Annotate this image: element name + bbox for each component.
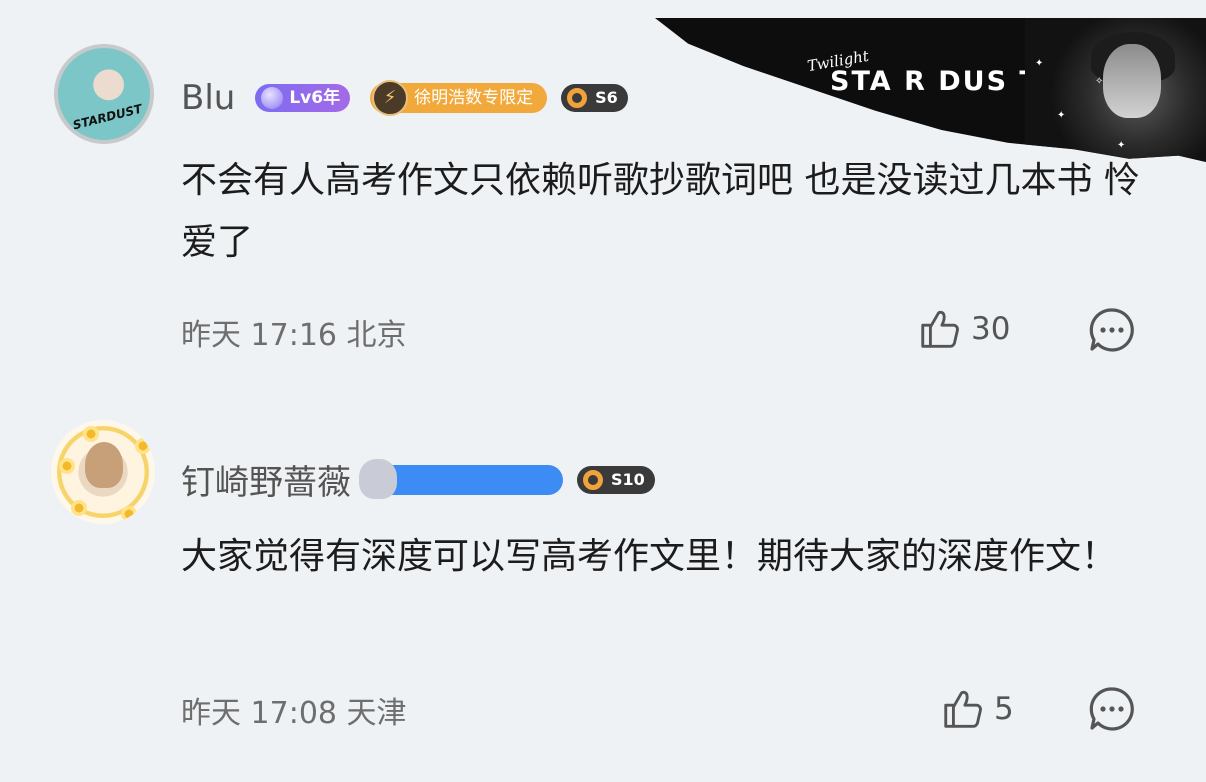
- comment-header: 钉崎野蔷薇 S10: [181, 455, 655, 504]
- comment-item: 钉崎野蔷薇 S10 大家觉得有深度可以写高考作文里！期待大家的深度作文！ 昨天 …: [0, 0, 1206, 782]
- thumbs-up-icon: [944, 690, 982, 728]
- season-badge-label: S10: [611, 469, 645, 489]
- mascot-icon: [359, 458, 397, 499]
- avatar[interactable]: [51, 420, 155, 524]
- flower-icon: [121, 506, 137, 522]
- like-button[interactable]: 5: [940, 686, 1014, 732]
- comment-bubble-icon[interactable]: [1088, 685, 1136, 733]
- username[interactable]: 钉崎野蔷薇: [181, 455, 351, 504]
- flower-icon: [59, 458, 75, 474]
- member-badge[interactable]: [359, 458, 563, 499]
- comment-feed: Twilight STA R DUS T ✦ ✦ ✧ ✦ STARDUST Bl…: [0, 0, 1206, 782]
- comment-meta: 昨天 17:08 天津: [181, 688, 407, 732]
- comment-location: 天津: [346, 696, 407, 731]
- season-badge[interactable]: S10: [577, 465, 655, 494]
- flower-icon: [83, 426, 99, 442]
- ring-icon: [583, 469, 603, 490]
- comment-text[interactable]: 大家觉得有深度可以写高考作文里！期待大家的深度作文！: [181, 526, 1141, 588]
- flower-icon: [135, 438, 151, 454]
- comment-time: 昨天 17:08: [181, 696, 337, 731]
- flower-icon: [71, 500, 87, 516]
- like-count: 5: [994, 691, 1014, 727]
